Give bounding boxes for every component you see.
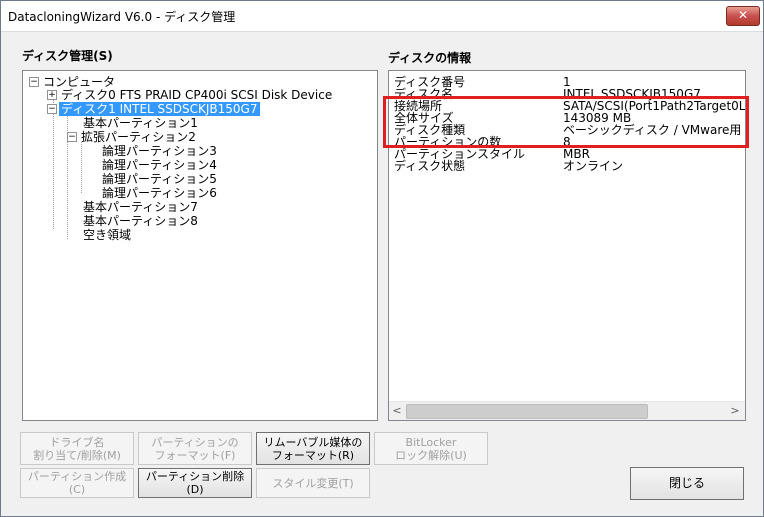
horizontal-scrollbar[interactable]: < > — [389, 401, 745, 420]
tree-item-label: 論理パーティション6 — [102, 186, 217, 200]
tree-item-label: ディスク1 INTEL SSDSCKJB150G7 — [59, 102, 260, 116]
button-label-line2: フォーマット(F) — [154, 448, 236, 462]
collapse-icon[interactable]: − — [47, 104, 57, 114]
tree-item-partition1[interactable]: 基本パーティション1 — [81, 116, 200, 130]
scroll-right-icon[interactable]: > — [727, 404, 743, 418]
disk-info-heading: ディスクの情報 — [388, 51, 472, 65]
tree-item-logical6[interactable]: 論理パーティション6 — [100, 186, 219, 200]
delete-partition-button[interactable]: パーティション削除(D) — [138, 468, 252, 498]
tree-item-label: 論理パーティション5 — [102, 172, 217, 186]
tree-item-label: ディスク0 FTS PRAID CP400i SCSI Disk Device — [61, 88, 333, 102]
drive-letter-button[interactable]: ドライブ名 割り当て/削除(M) — [20, 432, 134, 465]
button-label-line1: BitLocker — [405, 435, 457, 449]
window-title: DatacloningWizard V6.0 - ディスク管理 — [8, 10, 236, 24]
info-value: オンライン — [563, 159, 624, 173]
create-partition-button[interactable]: パーティション作成(C) — [20, 468, 134, 498]
tree-item-label: 論理パーティション4 — [102, 158, 217, 172]
partition-format-button[interactable]: パーティションの フォーマット(F) — [138, 432, 252, 465]
tree-item-label: 論理パーティション3 — [102, 144, 217, 158]
close-button[interactable]: 閉じる — [630, 467, 744, 500]
close-icon[interactable]: ✕ — [726, 6, 760, 26]
collapse-icon[interactable]: − — [29, 77, 39, 87]
tree-item-label: 空き領域 — [83, 228, 132, 242]
tree-item-logical4[interactable]: 論理パーティション4 — [100, 158, 219, 172]
tree-item-label: コンピュータ — [43, 75, 116, 89]
scroll-left-icon[interactable]: < — [389, 404, 405, 418]
change-style-button[interactable]: スタイル変更(T) — [256, 468, 370, 498]
button-label-line2: ロック解除(U) — [395, 448, 467, 462]
tree-item-label: 拡張パーティション2 — [81, 130, 196, 144]
removable-format-button[interactable]: リムーバブル媒体の フォーマット(R) — [256, 432, 370, 465]
expand-icon[interactable]: + — [47, 90, 57, 100]
tree-item-free-space[interactable]: 空き領域 — [81, 228, 133, 242]
bitlocker-unlock-button[interactable]: BitLocker ロック解除(U) — [374, 432, 488, 465]
button-label-line1: パーティションの — [151, 435, 239, 449]
info-label: ディスク状態 — [394, 159, 466, 173]
tree-item-partition8[interactable]: 基本パーティション8 — [81, 214, 200, 228]
dialog-window: DatacloningWizard V6.0 - ディスク管理 ✕ ディスク管理… — [0, 0, 764, 517]
scrollbar-thumb[interactable] — [406, 404, 648, 419]
button-label-line1: リムーバブル媒体の — [263, 435, 363, 449]
tree-item-logical3[interactable]: 論理パーティション3 — [100, 144, 219, 158]
tree-item-partition7[interactable]: 基本パーティション7 — [81, 200, 200, 214]
button-label-line2: フォーマット(R) — [271, 448, 355, 462]
tree-item-logical5[interactable]: 論理パーティション5 — [100, 172, 219, 186]
tree-item-label: 基本パーティション1 — [83, 116, 198, 130]
tree-item-label: 基本パーティション7 — [83, 200, 198, 214]
highlight-box — [383, 96, 749, 148]
tree-item-label: 基本パーティション8 — [83, 214, 198, 228]
button-label-line1: ドライブ名 — [49, 435, 105, 449]
disk-management-heading: ディスク管理(S) — [22, 49, 113, 63]
title-bar: DatacloningWizard V6.0 - ディスク管理 ✕ — [1, 1, 763, 32]
disk-tree-view[interactable]: − コンピュータ + ディスク0 FTS PRAID CP400i SCSI D… — [22, 70, 378, 421]
button-label-line2: 割り当て/削除(M) — [33, 448, 121, 462]
collapse-icon[interactable]: − — [67, 132, 77, 142]
